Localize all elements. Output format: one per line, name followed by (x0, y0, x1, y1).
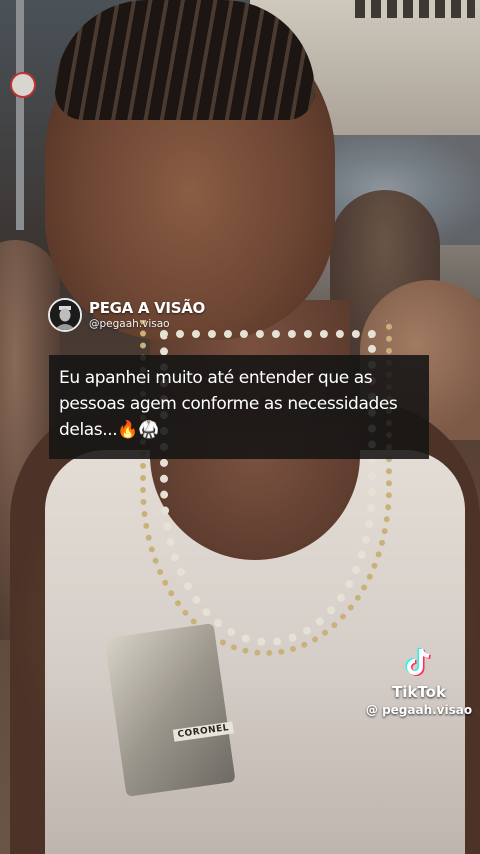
profile-header[interactable]: PEGA A VISÃO @pegaah.visao (48, 298, 205, 332)
tiktok-logo-icon (405, 647, 431, 676)
chain-pendant: CORONEL (104, 623, 236, 797)
tiktok-watermark: TikTok @ pegaah.visao (364, 646, 474, 717)
video-frame[interactable]: CORONEL PEGA A VISÃO @pegaah.visao Eu ap… (0, 0, 480, 854)
caption-box: Eu apanhei muito até entender que as pes… (49, 355, 429, 459)
profile-handle[interactable]: @pegaah.visao (89, 319, 205, 330)
subject-braids (55, 0, 315, 120)
background-sign (10, 72, 36, 98)
watermark-brand: TikTok (392, 683, 446, 701)
pendant-label: CORONEL (172, 721, 234, 742)
watermark-handle: @ pegaah.visao (365, 703, 473, 717)
avatar[interactable] (48, 298, 82, 332)
background-pole (16, 0, 24, 230)
profile-name[interactable]: PEGA A VISÃO (89, 300, 205, 316)
caption-text: Eu apanhei muito até entender que as pes… (59, 368, 398, 440)
background-windows (355, 0, 475, 18)
avatar-portrait-icon (50, 300, 80, 330)
profile-text: PEGA A VISÃO @pegaah.visao (89, 300, 205, 330)
